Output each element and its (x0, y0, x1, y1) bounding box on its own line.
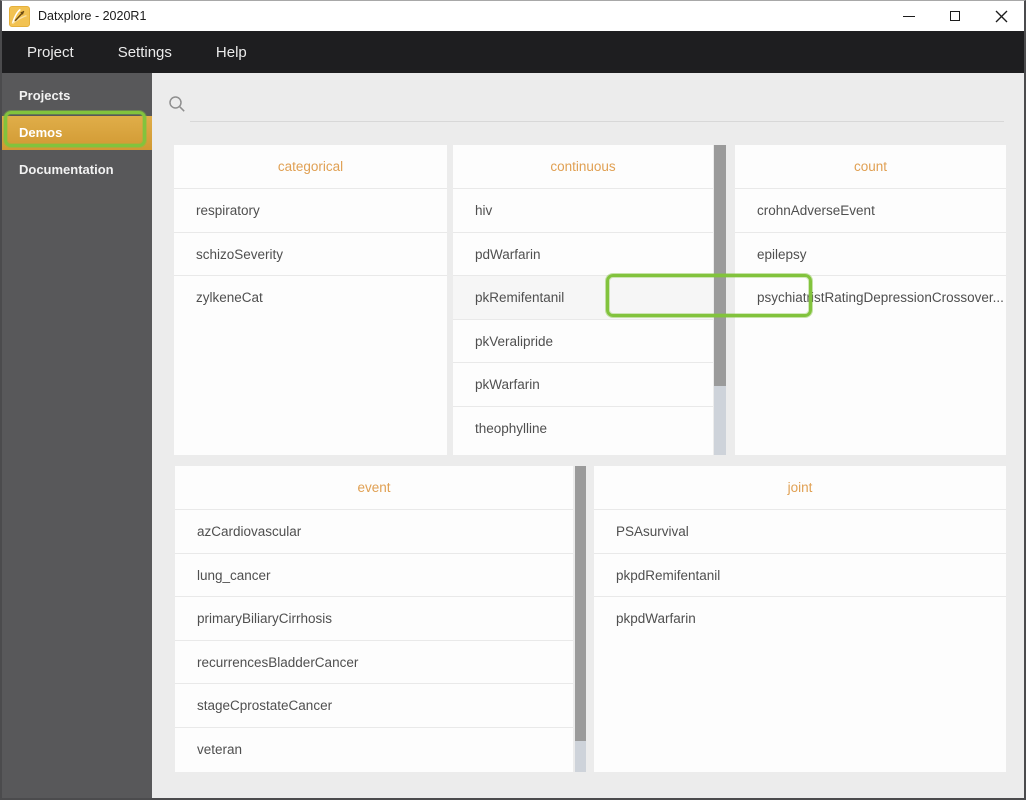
menu-bar: Project Settings Help (2, 31, 1024, 73)
scrollbar-thumb[interactable] (714, 145, 726, 386)
search-bar (168, 93, 1004, 125)
list-item-respiratory[interactable]: respiratory (174, 188, 447, 232)
panel-title-continuous: continuous (453, 145, 713, 188)
app-logo-icon (9, 6, 30, 27)
close-button[interactable] (978, 1, 1024, 31)
scrollbar-thumb[interactable] (575, 466, 586, 741)
search-icon (168, 95, 186, 113)
list-item-crohnAdverseEvent[interactable]: crohnAdverseEvent (735, 188, 1006, 232)
list-item-recurrencesBladderCancer[interactable]: recurrencesBladderCancer (175, 640, 573, 684)
main-content: categorical respiratoryschizoSeverityzyl… (152, 73, 1024, 798)
list-item-primaryBiliaryCirrhosis[interactable]: primaryBiliaryCirrhosis (175, 596, 573, 640)
panel-categorical: categorical respiratoryschizoSeverityzyl… (174, 145, 447, 455)
list-item-psychiatristRatingDepressionCrossover...[interactable]: psychiatristRatingDepressionCrossover... (735, 275, 1006, 319)
list-item-lung_cancer[interactable]: lung_cancer (175, 553, 573, 597)
list-item-schizoSeverity[interactable]: schizoSeverity (174, 232, 447, 276)
minimize-icon (903, 16, 915, 17)
window-title: Datxplore - 2020R1 (38, 9, 146, 23)
minimize-button[interactable] (886, 1, 932, 31)
panel-event: event azCardiovascularlung_cancerprimary… (175, 466, 573, 772)
list-item-zylkeneCat[interactable]: zylkeneCat (174, 275, 447, 319)
list-item-pkpdRemifentanil[interactable]: pkpdRemifentanil (594, 553, 1006, 597)
list-item-azCardiovascular[interactable]: azCardiovascular (175, 509, 573, 553)
list-item-pkVeralipride[interactable]: pkVeralipride (453, 319, 713, 363)
scrollbar-continuous[interactable] (714, 145, 726, 455)
close-icon (995, 10, 1008, 23)
sidebar: Projects Demos Documentation (2, 73, 152, 798)
sidebar-item-documentation[interactable]: Documentation (2, 153, 152, 187)
list-item-pkpdWarfarin[interactable]: pkpdWarfarin (594, 596, 1006, 640)
list-item-pkRemifentanil[interactable]: pkRemifentanil (453, 275, 713, 319)
sidebar-item-demos[interactable]: Demos (2, 116, 152, 150)
list-item-epilepsy[interactable]: epilepsy (735, 232, 1006, 276)
panel-title-categorical: categorical (174, 145, 447, 188)
list-item-hiv[interactable]: hiv (453, 188, 713, 232)
panel-title-event: event (175, 466, 573, 509)
scrollbar-event[interactable] (575, 466, 586, 772)
sidebar-item-projects[interactable]: Projects (2, 79, 152, 113)
panel-count: count crohnAdverseEventepilepsypsychiatr… (735, 145, 1006, 455)
panel-title-joint: joint (594, 466, 1006, 509)
list-item-theophylline[interactable]: theophylline (453, 406, 713, 450)
app-window: Datxplore - 2020R1 Project Settings Help… (0, 0, 1026, 800)
search-input[interactable] (190, 93, 1004, 122)
menu-settings[interactable]: Settings (118, 44, 172, 61)
title-bar: Datxplore - 2020R1 (2, 1, 1024, 31)
panel-title-count: count (735, 145, 1006, 188)
panel-joint: joint PSAsurvivalpkpdRemifentanilpkpdWar… (594, 466, 1006, 772)
list-item-pdWarfarin[interactable]: pdWarfarin (453, 232, 713, 276)
list-item-pkWarfarin[interactable]: pkWarfarin (453, 362, 713, 406)
panel-continuous: continuous hivpdWarfarinpkRemifentanilpk… (453, 145, 713, 455)
list-item-PSAsurvival[interactable]: PSAsurvival (594, 509, 1006, 553)
list-item-veteran[interactable]: veteran (175, 727, 573, 771)
menu-help[interactable]: Help (216, 44, 247, 61)
menu-project[interactable]: Project (27, 44, 74, 61)
maximize-icon (950, 11, 960, 21)
maximize-button[interactable] (932, 1, 978, 31)
window-controls (886, 1, 1024, 31)
list-item-stageCprostateCancer[interactable]: stageCprostateCancer (175, 683, 573, 727)
